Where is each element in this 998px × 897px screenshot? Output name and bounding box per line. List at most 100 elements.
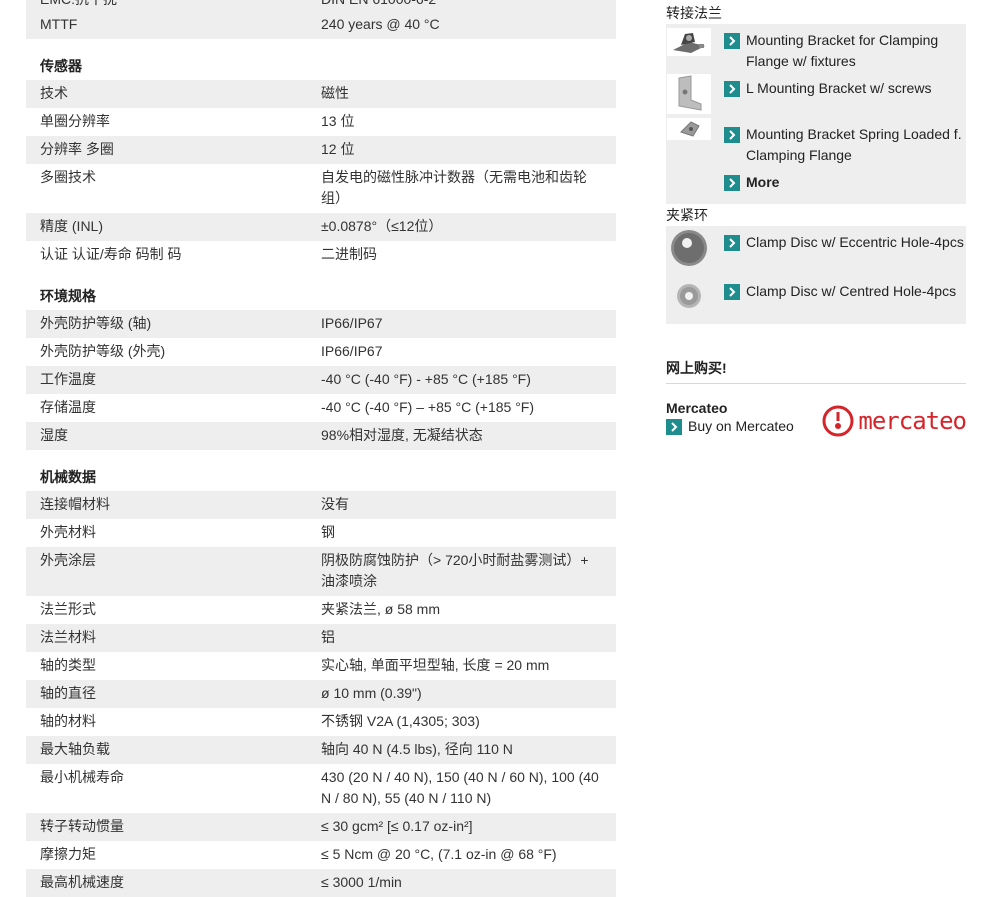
spec-label: 摩擦力矩: [40, 846, 96, 862]
spec-row: 精度 (INL) ±0.0878°（≤12位）: [26, 213, 616, 241]
eccentric-disc-icon[interactable]: [666, 228, 711, 268]
spec-label: 存储温度: [40, 399, 96, 415]
spec-label: 分辨率 多圈: [40, 141, 114, 157]
chevron-right-icon: [724, 33, 740, 49]
spec-label: 精度 (INL): [40, 218, 103, 234]
spec-label: 外壳材料: [40, 524, 96, 540]
buy-online-title: 网上购买!: [666, 358, 966, 384]
spec-value: 夹紧法兰, ø 58 mm: [321, 601, 441, 617]
spec-label: 轴的类型: [40, 657, 96, 673]
section-title-mechanical: 机械数据: [40, 469, 96, 485]
accessory-link-label[interactable]: Mounting Bracket for Clamping Flange w/ …: [746, 30, 966, 72]
bracket-icon[interactable]: [666, 28, 711, 56]
chevron-right-icon: [666, 419, 682, 435]
accessory-item[interactable]: Clamp Disc w/ Centred Hole-4pcs: [666, 275, 966, 324]
spec-row: 外壳防护等级 (轴) IP66/IP67: [26, 310, 616, 338]
category-label-flange: 转接法兰: [666, 5, 722, 21]
spec-label: 连接帽材料: [40, 496, 110, 512]
section-title-sensor: 传感器: [40, 58, 82, 74]
spec-row: 摩擦力矩 ≤ 5 Ncm @ 20 °C, (7.1 oz-in @ 68 °F): [26, 841, 616, 869]
centred-disc-icon[interactable]: [666, 283, 711, 309]
spec-value: 钢: [321, 524, 335, 540]
mercateo-logo-text: mercateo: [858, 407, 967, 435]
spec-row: 工作温度 -40 °C (-40 °F) - +85 °C (+185 °F): [26, 366, 616, 394]
spec-row: 最小机械寿命 430 (20 N / 40 N), 150 (40 N / 60 …: [26, 764, 616, 813]
spec-label: 技术: [40, 85, 68, 101]
spec-label: 外壳防护等级 (外壳): [40, 343, 166, 359]
spec-label: MTTF: [40, 16, 78, 32]
spec-value: 磁性: [321, 85, 349, 101]
spec-row: 法兰材料 铝: [26, 624, 616, 652]
spec-label: 工作温度: [40, 371, 96, 387]
clamp-accessory-box: Clamp Disc w/ Eccentric Hole-4pcs Clamp …: [666, 226, 966, 324]
spec-row: 转子转动惯量 ≤ 30 gcm² [≤ 0.17 oz-in²]: [26, 813, 616, 841]
spring-bracket-icon[interactable]: [666, 118, 711, 140]
spec-value: 轴向 40 N (4.5 lbs), 径向 110 N: [321, 741, 513, 757]
spec-row: 轴的直径 ø 10 mm (0.39"): [26, 680, 616, 708]
accessory-item[interactable]: Mounting Bracket for Clamping Flange w/ …: [666, 24, 966, 73]
spec-label: 轴的直径: [40, 685, 96, 701]
spec-value: 铝: [321, 629, 335, 645]
spec-label: 轴的材料: [40, 713, 96, 729]
mercateo-logo[interactable]: mercateo: [821, 404, 967, 438]
spec-value: 不锈钢 V2A (1,4305; 303): [321, 713, 480, 729]
spec-row: 多圈技术 自发电的磁性脉冲计数器（无需电池和齿轮组）: [26, 164, 616, 213]
spec-row: 湿度 98%相对湿度, 无凝结状态: [26, 422, 616, 450]
spec-row: 分辨率 多圈 12 位: [26, 136, 616, 164]
spec-value: IP66/IP67: [321, 343, 383, 359]
more-item[interactable]: More: [666, 170, 966, 204]
spec-label: 认证 认证/寿命 码制 码: [40, 246, 182, 262]
chevron-right-icon: [724, 127, 740, 143]
spec-value: 实心轴, 单面平坦型轴, 长度 = 20 mm: [321, 657, 550, 673]
spec-label: 外壳涂层: [40, 552, 96, 568]
chevron-right-icon: [724, 175, 740, 191]
spec-label: 最大轴负载: [40, 741, 110, 757]
spec-label: 法兰材料: [40, 629, 96, 645]
category-label-clamp: 夹紧环: [666, 207, 708, 223]
accessory-link-label[interactable]: Clamp Disc w/ Centred Hole-4pcs: [746, 281, 956, 302]
accessories-sidebar: 转接法兰 Mounting Bracket for Clamping Flang…: [666, 0, 967, 438]
spec-value: ±0.0878°（≤12位）: [321, 218, 443, 234]
spec-row: 轴的类型 实心轴, 单面平坦型轴, 长度 = 20 mm: [26, 652, 616, 680]
spec-row: 外壳涂层 阴极防腐蚀防护（> 720小时耐盐雾测试）+ 油漆喷涂: [26, 547, 616, 596]
spec-value: IP66/IP67: [321, 315, 383, 331]
chevron-right-icon: [724, 284, 740, 300]
spec-value: 13 位: [321, 113, 355, 129]
spec-value: ≤ 5 Ncm @ 20 °C, (7.1 oz-in @ 68 °F): [321, 846, 557, 862]
spec-value: 自发电的磁性脉冲计数器（无需电池和齿轮组）: [321, 169, 587, 206]
spec-row: 最高机械速度 ≤ 3000 1/min: [26, 869, 616, 897]
spec-label: 单圈分辨率: [40, 113, 110, 129]
spec-row: 轴的材料 不锈钢 V2A (1,4305; 303): [26, 708, 616, 736]
spec-row: 法兰形式 夹紧法兰, ø 58 mm: [26, 596, 616, 624]
spec-row: 外壳防护等级 (外壳) IP66/IP67: [26, 338, 616, 366]
spec-row: 外壳材料 钢: [26, 519, 616, 547]
more-link[interactable]: More: [746, 172, 779, 193]
chevron-right-icon: [724, 81, 740, 97]
spec-value: 12 位: [321, 141, 355, 157]
spec-value: ≤ 30 gcm² [≤ 0.17 oz-in²]: [321, 818, 473, 834]
spec-label: 多圈技术: [40, 169, 96, 185]
spec-value: -40 °C (-40 °F) - +85 °C (+185 °F): [321, 371, 531, 387]
accessory-item[interactable]: Mounting Bracket Spring Loaded f. Clampi…: [666, 118, 966, 170]
spec-row: 存储温度 -40 °C (-40 °F) – +85 °C (+185 °F): [26, 394, 616, 422]
spec-value: 98%相对湿度, 无凝结状态: [321, 427, 483, 443]
spec-value: -40 °C (-40 °F) – +85 °C (+185 °F): [321, 399, 535, 415]
spec-row: 最大轴负载 轴向 40 N (4.5 lbs), 径向 110 N: [26, 736, 616, 764]
spec-row: 认证 认证/寿命 码制 码 二进制码: [26, 241, 616, 269]
spec-label: EMC:抗干扰: [26, 0, 321, 10]
flange-accessory-box: Mounting Bracket for Clamping Flange w/ …: [666, 24, 966, 204]
spec-row: 连接帽材料 没有: [26, 491, 616, 519]
accessory-item[interactable]: L Mounting Bracket w/ screws: [666, 73, 966, 118]
accessory-link-label[interactable]: Clamp Disc w/ Eccentric Hole-4pcs: [746, 232, 964, 253]
spec-value: ø 10 mm (0.39"): [321, 685, 422, 701]
accessory-link-label[interactable]: L Mounting Bracket w/ screws: [746, 78, 931, 99]
spec-value: 没有: [321, 496, 349, 512]
l-bracket-icon[interactable]: [666, 74, 711, 114]
accessory-item[interactable]: Clamp Disc w/ Eccentric Hole-4pcs: [666, 226, 966, 275]
spec-value: DIN EN 61000-6-2: [321, 0, 616, 10]
spec-label: 转子转动惯量: [40, 818, 124, 834]
spec-value: 240 years @ 40 °C: [321, 16, 440, 32]
buy-link-label[interactable]: Buy on Mercateo: [688, 416, 794, 437]
spec-label: 法兰形式: [40, 601, 96, 617]
accessory-link-label[interactable]: Mounting Bracket Spring Loaded f. Clampi…: [746, 124, 966, 166]
